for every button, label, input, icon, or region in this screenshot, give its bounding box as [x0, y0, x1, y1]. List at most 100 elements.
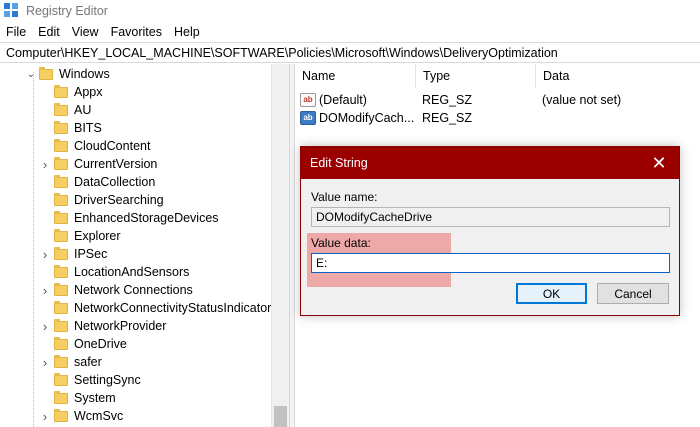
tree-item-label: safer: [74, 355, 102, 369]
tree-item-label: NetworkConnectivityStatusIndicator: [74, 301, 272, 315]
column-header-type[interactable]: Type: [416, 64, 536, 88]
tree-item[interactable]: SettingSync: [40, 371, 141, 389]
tree-scrollbar[interactable]: [271, 64, 289, 427]
tree-item-label: LocationAndSensors: [74, 265, 190, 279]
tree-item[interactable]: › Network Connections: [40, 281, 193, 299]
address-path: Computer\HKEY_LOCAL_MACHINE\SOFTWARE\Pol…: [6, 45, 558, 60]
tree-item[interactable]: › safer: [40, 353, 102, 371]
folder-icon: [54, 192, 68, 206]
folder-icon: [54, 84, 68, 98]
folder-icon: [54, 372, 68, 386]
folder-icon: [54, 390, 68, 404]
string-value-icon: ab: [300, 111, 316, 125]
cancel-button[interactable]: Cancel: [597, 283, 669, 304]
chevron-right-icon[interactable]: ›: [40, 317, 50, 335]
tree-item-label: Network Connections: [74, 283, 193, 297]
value-type: REG_SZ: [422, 111, 473, 125]
column-header-name[interactable]: Name: [295, 64, 416, 88]
value-data-input[interactable]: E:: [311, 253, 670, 273]
menu-favorites[interactable]: Favorites: [105, 25, 168, 39]
tree-item-label: IPSec: [74, 247, 108, 261]
folder-icon: [54, 408, 68, 422]
folder-icon: [54, 318, 68, 332]
tree-item[interactable]: Explorer: [40, 227, 121, 245]
tree-item[interactable]: CloudContent: [40, 137, 150, 155]
value-name-field: DOModifyCacheDrive: [311, 207, 670, 227]
chevron-right-icon[interactable]: ›: [40, 155, 50, 173]
value-data-label: Value data:: [311, 236, 371, 250]
tree-item-label: NetworkProvider: [74, 319, 167, 333]
tree-guide-line: [33, 72, 34, 427]
address-bar[interactable]: Computer\HKEY_LOCAL_MACHINE\SOFTWARE\Pol…: [0, 42, 700, 63]
tree-item[interactable]: Appx: [40, 83, 103, 101]
folder-icon: [54, 354, 68, 368]
folder-icon: [54, 102, 68, 116]
registry-editor-icon: [4, 3, 20, 19]
ok-button[interactable]: OK: [516, 283, 587, 304]
key-tree[interactable]: ⌄ Windows Appx AU BITS CloudContent › Current…: [0, 64, 289, 427]
chevron-right-icon[interactable]: ›: [40, 245, 50, 263]
tree-item-label: Appx: [74, 85, 103, 99]
tree-item[interactable]: BITS: [40, 119, 102, 137]
value-data-text: E:: [316, 256, 328, 270]
menu-help[interactable]: Help: [168, 25, 206, 39]
value-name: (Default): [319, 93, 367, 107]
tree-item[interactable]: › CurrentVersion: [40, 155, 157, 173]
tree-item[interactable]: OneDrive: [40, 335, 127, 353]
folder-icon: [54, 300, 68, 314]
chevron-right-icon[interactable]: ›: [40, 353, 50, 371]
folder-icon: [54, 156, 68, 170]
folder-icon: [54, 282, 68, 296]
menu-edit[interactable]: Edit: [32, 25, 66, 39]
tree-item[interactable]: › IPSec: [40, 245, 107, 263]
value-data: (value not set): [542, 93, 622, 107]
edit-string-dialog: Edit String ✕ Value name: DOModifyCacheD…: [300, 146, 680, 316]
value-row-default[interactable]: ab (Default) REG_SZ (value not set): [300, 91, 621, 109]
chevron-down-icon[interactable]: ⌄: [26, 65, 36, 83]
value-name-text: DOModifyCacheDrive: [316, 210, 433, 224]
tree-item[interactable]: › WcmSvc: [40, 407, 123, 425]
value-name: DOModifyCach...: [319, 111, 415, 125]
menu-view[interactable]: View: [66, 25, 105, 39]
value-row-domodifycachedrive[interactable]: ab DOModifyCach... REG_SZ: [300, 109, 472, 127]
string-value-icon: ab: [300, 93, 316, 107]
tree-item-windows[interactable]: ⌄ Windows: [26, 65, 110, 83]
folder-icon: [54, 174, 68, 188]
column-header-data[interactable]: Data: [536, 64, 700, 88]
dialog-title-bar[interactable]: Edit String ✕: [301, 147, 679, 179]
chevron-right-icon[interactable]: ›: [40, 281, 50, 299]
close-icon[interactable]: ✕: [649, 153, 669, 173]
value-type: REG_SZ: [422, 93, 473, 107]
tree-item-label: CloudContent: [74, 139, 151, 153]
tree-item[interactable]: DataCollection: [40, 173, 155, 191]
folder-icon: [54, 120, 68, 134]
tree-item[interactable]: LocationAndSensors: [40, 263, 189, 281]
tree-item[interactable]: DriverSearching: [40, 191, 164, 209]
tree-item-label: BITS: [74, 121, 102, 135]
tree-item-label: Windows: [59, 67, 110, 81]
menu-bar: File Edit View Favorites Help: [0, 22, 700, 42]
chevron-right-icon[interactable]: ›: [40, 407, 50, 425]
tree-item[interactable]: System: [40, 389, 116, 407]
tree-item[interactable]: AU: [40, 101, 91, 119]
tree-item-label: OneDrive: [74, 337, 127, 351]
tree-item-label: SettingSync: [74, 373, 141, 387]
tree-item-label: System: [74, 391, 116, 405]
dialog-title: Edit String: [310, 156, 368, 170]
tree-item[interactable]: EnhancedStorageDevices: [40, 209, 219, 227]
menu-file[interactable]: File: [0, 25, 32, 39]
tree-item[interactable]: NetworkConnectivityStatusIndicator: [40, 299, 271, 317]
scrollbar-thumb[interactable]: [274, 406, 287, 427]
tree-item[interactable]: › NetworkProvider: [40, 317, 166, 335]
title-bar: Registry Editor: [0, 0, 700, 22]
tree-item-label: EnhancedStorageDevices: [74, 211, 219, 225]
